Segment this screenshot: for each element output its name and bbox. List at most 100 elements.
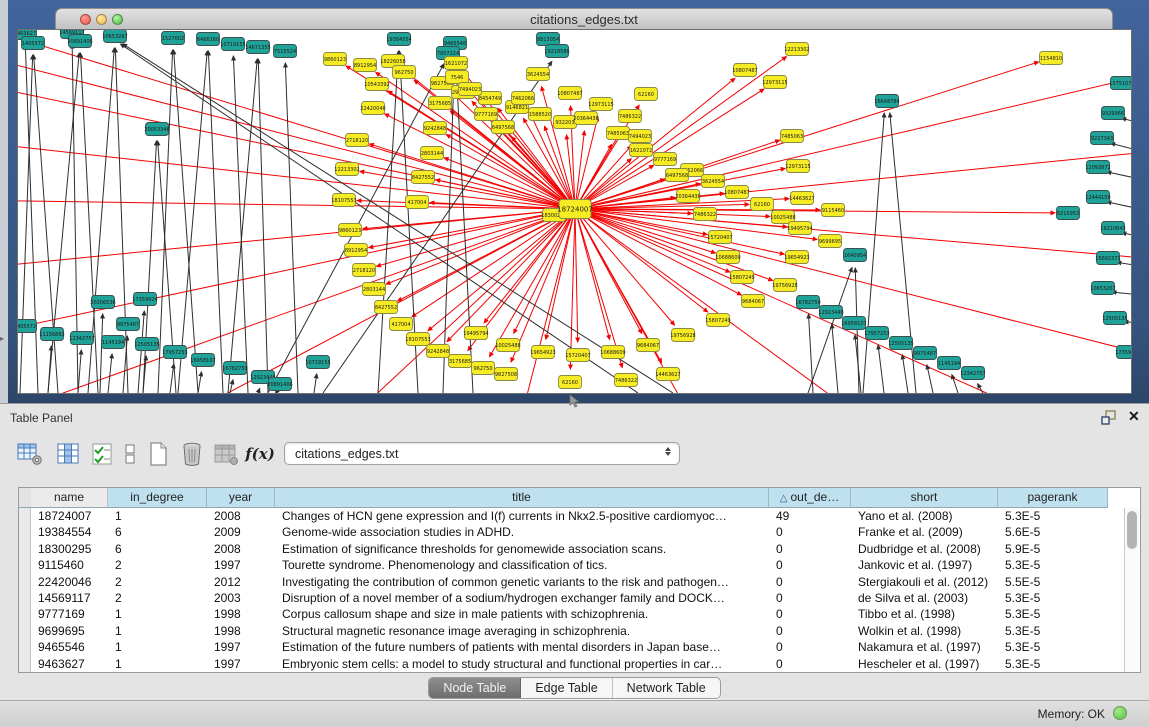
table-cell[interactable]: 19384554 — [31, 524, 108, 540]
table-cell[interactable]: 6 — [108, 524, 207, 540]
column-header-title[interactable]: title — [275, 488, 769, 508]
table-cell[interactable]: 1 — [108, 656, 207, 672]
graph-edge[interactable] — [18, 209, 575, 337]
table-cell[interactable]: Dudbridge et al. (2008) — [851, 541, 998, 557]
table-cell[interactable]: 18724007 — [31, 508, 108, 524]
graph-edge[interactable] — [412, 209, 575, 317]
table-cell[interactable]: 1 — [108, 639, 207, 655]
table-cell[interactable]: 2009 — [207, 524, 275, 540]
graph-edge[interactable] — [855, 268, 859, 393]
table-cell[interactable]: 2 — [108, 590, 207, 606]
column-header-outde[interactable]: △out_de… — [769, 488, 851, 508]
graph-edge[interactable] — [1107, 202, 1131, 215]
graph-edge[interactable] — [575, 209, 692, 393]
table-cell[interactable]: 1 — [108, 508, 207, 524]
graph-edge[interactable] — [575, 131, 584, 209]
table-cell[interactable]: Wolkin et al. (1998) — [851, 623, 998, 639]
table-cell[interactable]: Nakamura et al. (1997) — [851, 639, 998, 655]
table-cell[interactable]: 0 — [769, 606, 851, 622]
graph-edge[interactable] — [18, 200, 575, 209]
table-cell[interactable]: Genome-wide association studies in ADHD. — [275, 524, 769, 540]
table-cell[interactable]: 9777169 — [31, 606, 108, 622]
panel-collapse-arrow[interactable]: ▸ — [0, 334, 4, 343]
import-table-icon[interactable] — [212, 440, 240, 468]
table-row[interactable]: 969969511998Structural magnetic resonanc… — [31, 623, 1124, 639]
table-cell[interactable]: 0 — [769, 639, 851, 655]
graph-edge[interactable] — [890, 113, 916, 393]
graph-edge[interactable] — [902, 355, 908, 393]
graph-edge[interactable] — [428, 209, 575, 331]
graph-edge[interactable] — [878, 345, 884, 393]
graph-edge[interactable] — [100, 314, 103, 393]
table-cell[interactable]: 1998 — [207, 623, 275, 639]
table-cell[interactable]: 0 — [769, 524, 851, 540]
table-cell[interactable]: Franke et al. (2009) — [851, 524, 998, 540]
graph-edge[interactable] — [1112, 292, 1131, 298]
table-cell[interactable]: 0 — [769, 590, 851, 606]
table-row[interactable]: 911546021997Tourette syndrome. Phenomeno… — [31, 557, 1124, 573]
function-builder-icon[interactable]: f(x) — [246, 440, 274, 468]
table-cell[interactable]: Hescheler et al. (1997) — [851, 656, 998, 672]
table-cell[interactable]: 9463627 — [31, 656, 108, 672]
table-cell[interactable]: 2008 — [207, 508, 275, 524]
table-cell[interactable]: 0 — [769, 574, 851, 590]
graph-edge[interactable] — [198, 372, 202, 393]
graph-edge[interactable] — [123, 44, 673, 393]
network-window-titlebar[interactable]: citations_edges.txt — [55, 8, 1113, 31]
table-cell[interactable]: 0 — [769, 656, 851, 672]
table-cell[interactable]: 22420046 — [31, 574, 108, 590]
scrollbar-thumb[interactable] — [1127, 511, 1137, 549]
table-cell[interactable]: 2 — [108, 557, 207, 573]
table-cell[interactable]: 5.3E-5 — [998, 590, 1108, 606]
tab-edge-table[interactable]: Edge Table — [521, 678, 612, 698]
table-cell[interactable]: 9465546 — [31, 639, 108, 655]
graph-edge[interactable] — [34, 55, 58, 393]
graph-edge[interactable] — [385, 114, 575, 209]
graph-edge[interactable] — [20, 55, 33, 393]
graph-edge[interactable] — [143, 141, 157, 393]
table-cell[interactable]: Disruption of a novel member of a sodium… — [275, 590, 769, 606]
graph-edge[interactable] — [575, 209, 1131, 357]
graph-edge[interactable] — [455, 55, 473, 393]
tab-network-table[interactable]: Network Table — [613, 678, 720, 698]
select-rows-icon[interactable] — [88, 440, 116, 468]
graph-edge[interactable] — [258, 59, 268, 393]
table-cell[interactable]: 5.9E-5 — [998, 541, 1108, 557]
graph-edge[interactable] — [570, 209, 575, 369]
table-row[interactable]: 946554611997Estimation of the future num… — [31, 639, 1124, 655]
table-cell[interactable]: Tibbo et al. (1998) — [851, 606, 998, 622]
table-cell[interactable]: Corpus callosum shape and size in male p… — [275, 606, 769, 622]
table-cell[interactable]: 1 — [108, 623, 207, 639]
table-vertical-scrollbar[interactable] — [1124, 508, 1139, 672]
table-row[interactable]: 2242004622012Investigating the contribut… — [31, 574, 1124, 590]
table-cell[interactable]: 5.3E-5 — [998, 639, 1108, 655]
graph-edge[interactable] — [575, 209, 773, 281]
table-cell[interactable]: 6 — [108, 541, 207, 557]
table-cell[interactable]: Jankovic et al. (1997) — [851, 557, 998, 573]
table-cell[interactable]: 0 — [769, 557, 851, 573]
table-cell[interactable]: 9115460 — [31, 557, 108, 573]
close-panel-icon[interactable]: ✕ — [1128, 408, 1140, 425]
new-column-icon[interactable] — [144, 440, 172, 468]
table-cell[interactable]: 1997 — [207, 639, 275, 655]
table-cell[interactable]: 2012 — [207, 574, 275, 590]
table-cell[interactable]: 5.3E-5 — [998, 623, 1108, 639]
table-cell[interactable]: Estimation of the future numbers of pati… — [275, 639, 769, 655]
graph-edge[interactable] — [258, 388, 260, 393]
table-settings-icon[interactable] — [16, 440, 44, 468]
graph-edge[interactable] — [1107, 172, 1131, 185]
table-cell[interactable]: 5.3E-5 — [998, 656, 1108, 672]
table-cell[interactable]: 1997 — [207, 557, 275, 573]
graph-edge[interactable] — [832, 324, 838, 393]
graph-edge[interactable] — [178, 51, 207, 393]
table-row[interactable]: 1872400712008Changes of HCN gene express… — [31, 508, 1124, 524]
graph-edge[interactable] — [575, 209, 708, 312]
table-cell[interactable]: 0 — [769, 541, 851, 557]
delete-column-icon[interactable] — [178, 440, 206, 468]
graph-edge[interactable] — [285, 63, 298, 393]
table-cell[interactable]: Structural magnetic resonance image aver… — [275, 623, 769, 639]
column-header-indegree[interactable]: in_degree — [108, 488, 207, 508]
table-cell[interactable]: 0 — [769, 623, 851, 639]
table-row[interactable]: 1938455462009Genome-wide association stu… — [31, 524, 1124, 540]
graph-edge[interactable] — [575, 209, 622, 368]
